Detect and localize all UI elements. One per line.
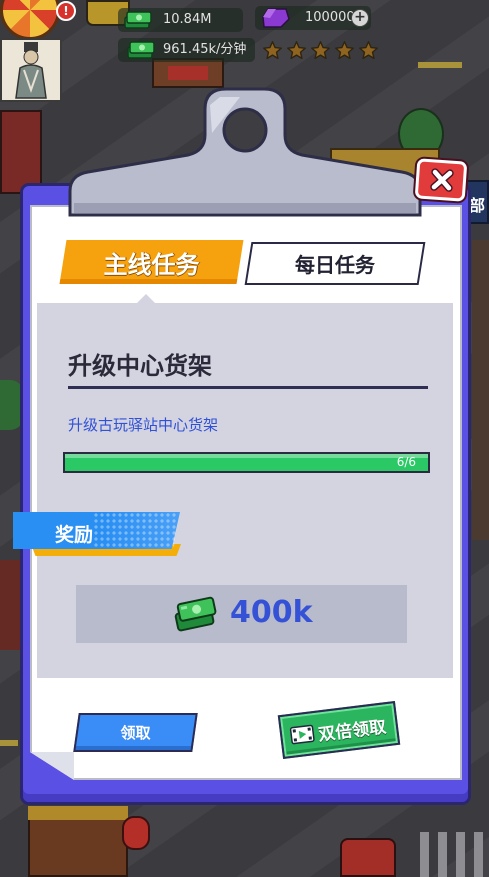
reward-amount: 400k — [230, 595, 313, 630]
rating-star-icon — [334, 40, 355, 61]
tab-daily-quest[interactable]: 每日任务 — [244, 242, 426, 285]
background-stall — [0, 560, 20, 650]
cash-icon — [123, 10, 153, 34]
income-display: 961.45k/分钟 — [118, 38, 255, 62]
background-building — [0, 110, 42, 194]
cash-amount: 10.84M — [163, 12, 212, 27]
avatar-figure-icon — [15, 42, 47, 99]
active-tab-pointer — [137, 294, 155, 303]
rating-star-icon — [358, 40, 379, 61]
background-sign-text: 部 — [468, 196, 485, 215]
background-car — [340, 838, 396, 877]
tab-label: 主线任务 — [103, 251, 200, 279]
cash-icon — [126, 40, 156, 64]
reward-box: 400k — [76, 585, 407, 643]
tab-label: 每日任务 — [295, 255, 375, 277]
video-icon — [289, 723, 316, 749]
background-road-line — [418, 62, 462, 68]
clipboard-clip — [68, 87, 422, 217]
progress-fill — [65, 454, 428, 471]
rating-stars — [262, 38, 384, 62]
gem-amount: 100000 — [305, 10, 355, 25]
ribbon-halftone — [93, 512, 178, 549]
task-progress-bar: 6/6 — [63, 452, 430, 473]
progress-label: 6/6 — [396, 455, 416, 469]
close-button[interactable] — [414, 158, 468, 202]
double-claim-button-label: 双倍领取 — [317, 716, 388, 744]
task-description: 升级古玩驿站中心货架 — [68, 416, 219, 434]
background-crosswalk — [420, 832, 489, 877]
gem-icon — [261, 7, 291, 33]
income-rate: 961.45k/分钟 — [163, 42, 247, 57]
background-shop-sign — [168, 66, 208, 80]
reward-label: 奖励 — [55, 524, 94, 546]
task-title: 升级中心货架 — [68, 352, 212, 380]
gem-display: 100000 + — [255, 6, 371, 30]
cash-icon — [171, 594, 222, 638]
player-avatar[interactable] — [0, 38, 62, 102]
background-lantern — [122, 816, 150, 850]
background-building — [472, 240, 489, 540]
cash-display: 10.84M — [118, 8, 243, 32]
close-icon — [430, 168, 454, 192]
lucky-wheel-button[interactable] — [0, 0, 60, 40]
background-roof — [28, 806, 128, 820]
background-road-line — [0, 740, 18, 746]
reward-ribbon: 奖励 — [13, 512, 183, 558]
title-divider — [68, 386, 428, 389]
claim-button-label: 领取 — [120, 725, 151, 742]
rating-star-icon — [262, 40, 283, 61]
add-gems-button[interactable]: + — [351, 9, 369, 27]
claim-button[interactable]: 领取 — [73, 713, 198, 752]
alert-badge-icon: ! — [56, 1, 76, 21]
rating-star-icon — [286, 40, 307, 61]
tab-main-quest[interactable]: 主线任务 — [59, 240, 244, 284]
rating-star-icon — [310, 40, 331, 61]
